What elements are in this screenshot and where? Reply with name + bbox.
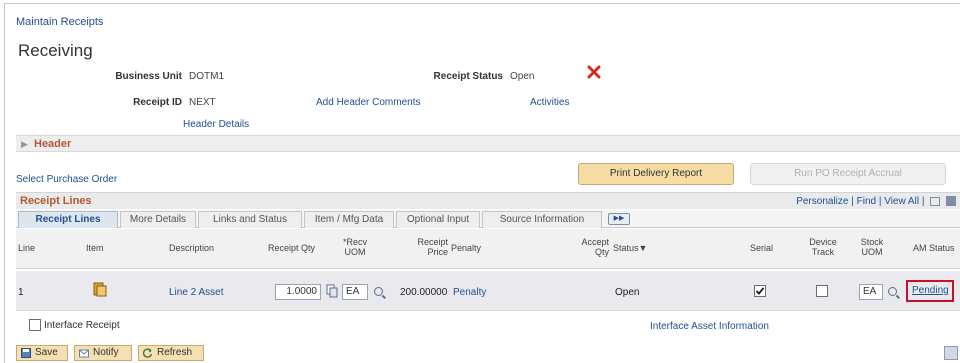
save-button-label: Save xyxy=(35,347,58,358)
add-icon[interactable] xyxy=(944,346,958,360)
run-po-receipt-accrual-button[interactable]: Run PO Receipt Accrual xyxy=(750,163,946,185)
grid-nav-links[interactable]: Personalize | Find | View All | xyxy=(796,196,956,207)
receipt-lines-grid-header: Receipt Lines Personalize | Find | View … xyxy=(16,192,960,209)
save-icon xyxy=(21,348,31,358)
refresh-button[interactable]: Refresh xyxy=(138,345,204,361)
print-delivery-report-button[interactable]: Print Delivery Report xyxy=(578,163,734,185)
device-track-checkbox[interactable] xyxy=(816,285,828,297)
tab-links-and-status[interactable]: Links and Status xyxy=(198,211,302,228)
col-status[interactable]: Status▼ xyxy=(613,243,647,253)
refresh-button-label: Refresh xyxy=(157,347,193,358)
col-line: Line xyxy=(18,243,36,253)
page-title: Receiving xyxy=(18,41,93,60)
interface-asset-information-link[interactable]: Interface Asset Information xyxy=(650,321,769,332)
notify-icon xyxy=(79,349,89,358)
grid-nav-text[interactable]: Personalize | Find | View All | xyxy=(796,196,924,207)
show-all-columns-icon[interactable]: ▶▶ xyxy=(608,213,630,225)
receipt-id-value: NEXT xyxy=(189,97,216,108)
col-stock-uom: Stock UOM xyxy=(860,237,884,257)
table-row: 1 Line 2 Asset 1.0000 EA 200.00000 Penal… xyxy=(16,271,960,311)
new-window-icon[interactable] xyxy=(930,196,941,206)
cell-receipt-price: 200.00000 xyxy=(400,287,448,298)
item-search-icon[interactable] xyxy=(93,281,107,300)
tab-receipt-lines[interactable]: Receipt Lines xyxy=(18,211,118,228)
select-purchase-order-link[interactable]: Select Purchase Order xyxy=(16,174,117,185)
breadcrumb[interactable]: Maintain Receipts xyxy=(16,16,103,28)
business-unit-value: DOTM1 xyxy=(189,71,224,82)
cell-status: Open xyxy=(615,287,640,298)
bottom-toolbar: Save Notify Refresh xyxy=(16,345,960,363)
cell-penalty-link[interactable]: Penalty xyxy=(453,287,486,298)
col-accept-qty: Accept Qty xyxy=(581,237,609,257)
am-status-pending-link[interactable]: Pending xyxy=(912,285,949,296)
tab-item-mfg-data[interactable]: Item / Mfg Data xyxy=(304,211,394,228)
col-description: Description xyxy=(169,243,215,253)
recv-uom-input[interactable]: EA xyxy=(342,284,368,300)
col-am-status: AM Status xyxy=(913,243,955,253)
col-receipt-qty: Receipt Qty xyxy=(268,243,316,253)
tab-optional-input[interactable]: Optional Input xyxy=(396,211,480,228)
cell-description-link[interactable]: Line 2 Asset xyxy=(169,287,223,298)
add-header-comments-link[interactable]: Add Header Comments xyxy=(316,97,421,108)
col-recv-uom: *Recv UOM xyxy=(342,237,367,257)
header-section-bar[interactable]: ▶ Header xyxy=(16,135,960,152)
receipt-qty-input[interactable]: 1.0000 xyxy=(275,284,321,300)
grid-title: Receipt Lines xyxy=(20,195,92,207)
receipt-status-value: Open xyxy=(510,71,535,82)
receipt-id-label: Receipt ID xyxy=(133,97,182,108)
stock-uom-search-icon[interactable] xyxy=(888,287,897,296)
activities-link[interactable]: Activities xyxy=(530,97,569,108)
sort-down-icon[interactable]: ▼ xyxy=(639,243,648,253)
interface-receipt-label: Interface Receipt xyxy=(44,320,120,331)
col-penalty: Penalty xyxy=(451,243,482,253)
column-header-row: Line Item Description Receipt Qty *Recv … xyxy=(16,229,960,269)
am-status-highlight: Pending xyxy=(906,280,954,302)
grid-tabs: Receipt Lines More Details Links and Sta… xyxy=(16,210,960,228)
header-details-link[interactable]: Header Details xyxy=(183,119,249,130)
serial-checkbox[interactable] xyxy=(754,285,766,297)
col-status-label[interactable]: Status xyxy=(613,243,639,253)
download-icon[interactable] xyxy=(946,196,956,207)
refresh-icon xyxy=(143,348,153,358)
stock-uom-input[interactable]: EA xyxy=(859,284,883,300)
receipt-status-label: Receipt Status xyxy=(433,71,503,82)
col-serial: Serial xyxy=(750,243,774,253)
save-button[interactable]: Save xyxy=(16,345,68,361)
business-unit-label: Business Unit xyxy=(115,71,182,82)
cell-line: 1 xyxy=(18,287,24,298)
col-device-track: Device Track xyxy=(809,237,837,257)
interface-receipt-checkbox[interactable] xyxy=(29,319,41,331)
notify-button[interactable]: Notify xyxy=(74,345,132,361)
notify-button-label: Notify xyxy=(93,347,119,358)
tab-source-information[interactable]: Source Information xyxy=(482,211,602,228)
delete-icon[interactable] xyxy=(586,64,602,80)
col-receipt-price: Receipt Price xyxy=(417,237,448,257)
col-item: Item xyxy=(86,243,104,253)
tab-more-details[interactable]: More Details xyxy=(120,211,196,228)
copy-qty-icon[interactable] xyxy=(326,284,338,301)
header-section-title: Header xyxy=(34,138,72,150)
expand-triangle-icon[interactable]: ▶ xyxy=(21,139,28,150)
recv-uom-search-icon[interactable] xyxy=(374,287,383,296)
